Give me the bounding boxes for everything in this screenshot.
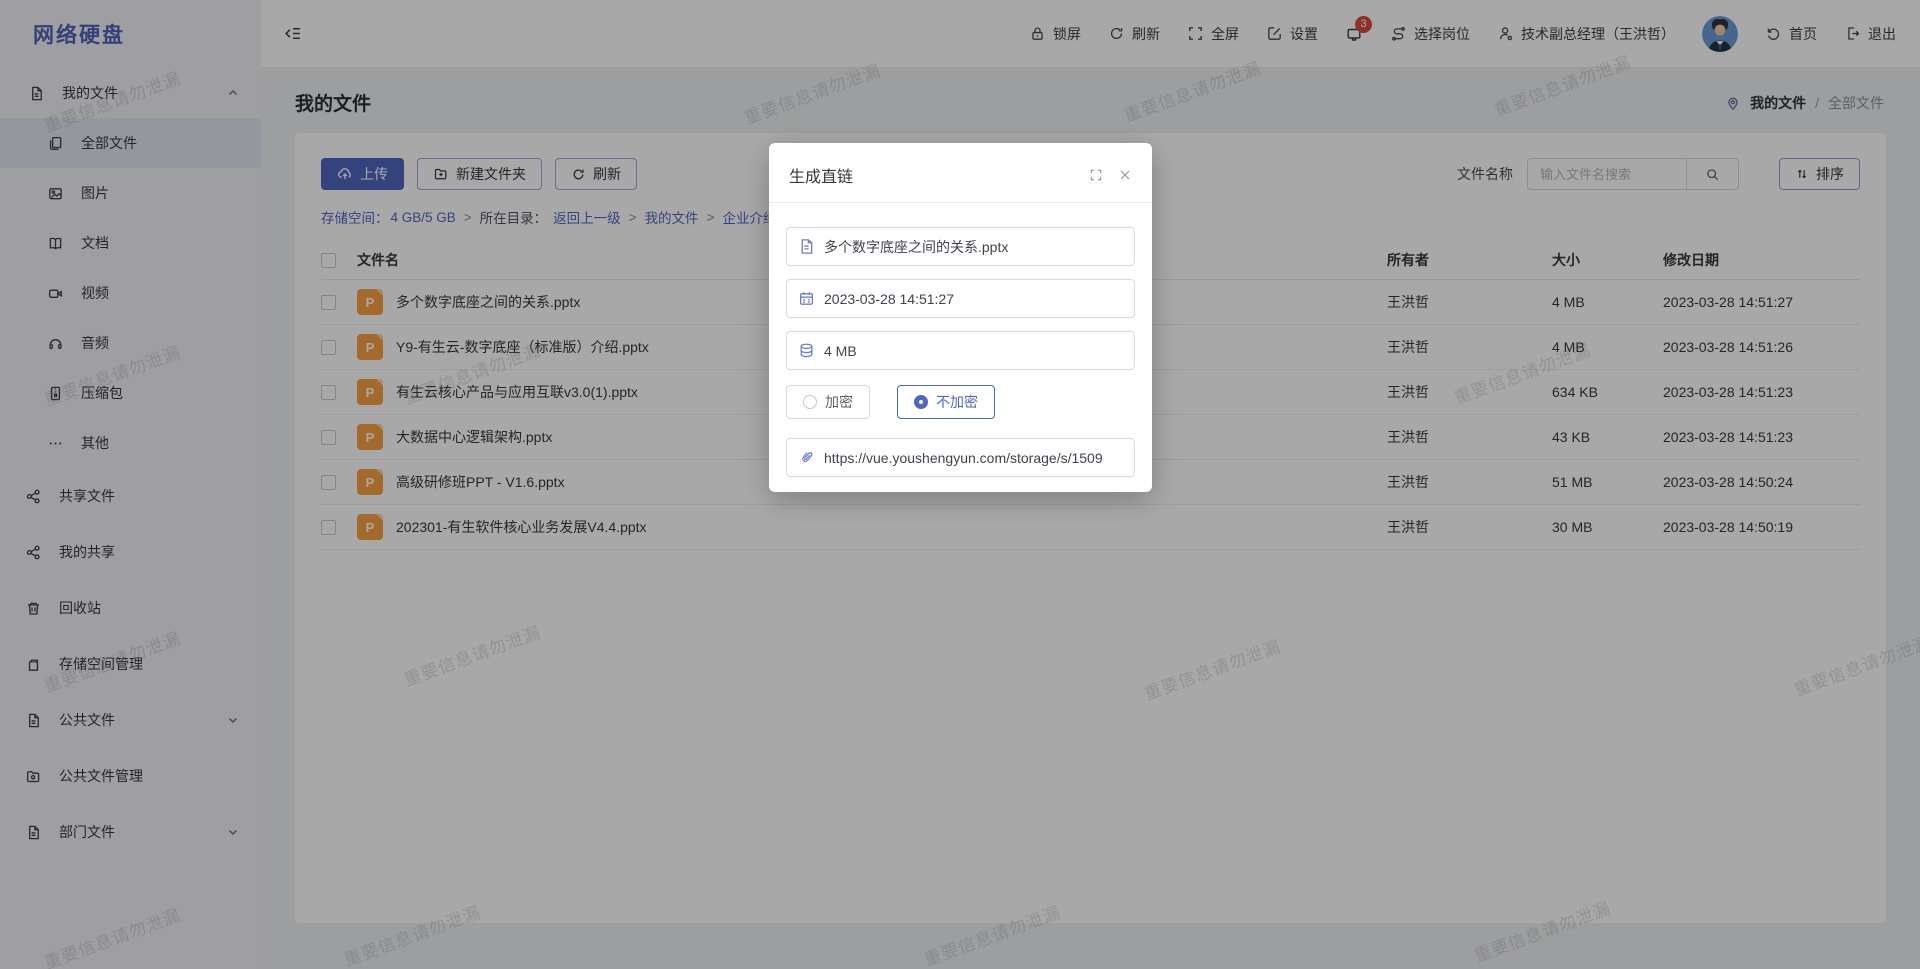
paperclip-icon xyxy=(798,449,815,466)
link-file-name-field[interactable]: 多个数字底座之间的关系.pptx xyxy=(786,227,1135,266)
modal-title: 生成直链 xyxy=(789,163,853,187)
link-file-name: 多个数字底座之间的关系.pptx xyxy=(824,237,1008,257)
direct-link-field[interactable]: https://vue.youshengyun.com/storage/s/15… xyxy=(786,438,1135,477)
generate-direct-link-modal: 生成直链 多个数字底座之间的关系.pptx 2023-03-28 14:51:2… xyxy=(769,143,1152,492)
no-encrypt-option-label: 不加密 xyxy=(936,392,978,412)
modal-close-icon[interactable] xyxy=(1118,168,1132,182)
encrypt-radio-option[interactable]: 加密 xyxy=(786,385,870,419)
modal-body: 多个数字底座之间的关系.pptx 2023-03-28 14:51:27 4 M… xyxy=(769,203,1152,477)
link-size: 4 MB xyxy=(824,343,857,359)
modal-header: 生成直链 xyxy=(769,143,1152,203)
radio-selected-icon xyxy=(914,395,928,409)
link-date: 2023-03-28 14:51:27 xyxy=(824,291,954,307)
link-date-field[interactable]: 2023-03-28 14:51:27 xyxy=(786,279,1135,318)
direct-link-url: https://vue.youshengyun.com/storage/s/15… xyxy=(824,450,1103,466)
no-encrypt-radio-option[interactable]: 不加密 xyxy=(897,385,995,419)
encrypt-option-label: 加密 xyxy=(825,392,853,412)
link-size-field[interactable]: 4 MB xyxy=(786,331,1135,370)
radio-unselected-icon xyxy=(803,395,817,409)
document-icon xyxy=(798,238,815,255)
database-icon xyxy=(798,342,815,359)
modal-tools xyxy=(1089,168,1132,182)
calendar-icon xyxy=(798,290,815,307)
encryption-options: 加密 不加密 xyxy=(786,385,1135,419)
modal-maximize-icon[interactable] xyxy=(1089,168,1103,182)
